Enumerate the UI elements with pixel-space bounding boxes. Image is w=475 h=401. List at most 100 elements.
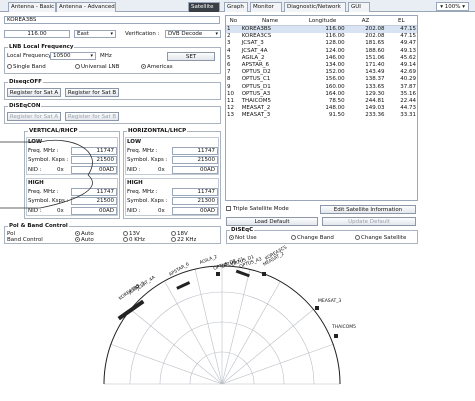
col-az[interactable]: AZ [345,17,386,26]
callout-annotation [0,139,93,209]
verification-select[interactable]: DVB Decode ▾ [165,30,221,38]
satellite-name-field[interactable]: KOREA3BS [4,16,220,24]
table-row[interactable]: 7 OPTUS_D2 152.00 143.49 42.69 [226,69,417,76]
band-auto-radio[interactable]: Auto [75,237,94,243]
satellite-marker [315,306,319,310]
row-az: 133.65 [365,83,385,90]
arc-label-jcsat4a: JCSAT_4A [135,274,157,292]
row-longitude: 134.00 [325,62,345,69]
diseqc-off-title: DiseqcOFF [8,79,43,85]
row-longitude: 116.00 [325,33,345,40]
table-row[interactable]: 8 OPTUS_C1 156.00 138.37 40.29 [226,76,417,83]
col-no[interactable]: No [226,17,241,26]
band-22khz-radio[interactable]: 22 KHz [171,237,196,243]
row-name: OPTUS_D1 [241,83,271,90]
table-row[interactable]: 4 JCSAT_4A 124.00 188.60 49.13 [226,47,417,54]
row-no: 9 [227,83,231,90]
horizontal-low-nid-field[interactable]: 00AD [172,166,218,174]
tab-monitor[interactable]: Monitor [250,2,282,12]
tab-diagnostic-network[interactable]: Diagnostic/Network [284,2,346,12]
diseqc-off-register-b-button[interactable]: Register for Sat B [65,88,119,97]
universal-lnb-radio[interactable]: Universal LNB [75,64,119,70]
arc-label-measat3: MEASAT_3 [318,298,341,304]
horizontal-lhcp-group: HORIZONTAL/LHCP LOW Freq. MHz : 11747 Sy… [123,128,221,219]
load-default-button[interactable]: Load Default [226,217,318,226]
americas-radio[interactable]: Americas [141,64,173,70]
diseqc-change-band-radio[interactable]: Change Band [291,235,334,241]
update-default-button[interactable]: Update Default [322,217,416,226]
row-name: MEASAT_2 [241,105,271,112]
satellite-marker [235,269,250,278]
diseqc-on-register-b-button[interactable]: Register for Sat B [65,112,119,121]
row-el: 45.62 [400,54,416,61]
table-row[interactable]: 10 OPTUS_A3 164.00 129.30 35.16 [226,90,417,97]
horizontal-low-symbol-field[interactable]: 21500 [172,156,218,164]
row-az: 138.37 [365,76,385,83]
edit-satellite-info-button[interactable]: Edit Satellite Information [320,205,416,214]
freq-label: Freq. MHz : [127,148,158,154]
table-row[interactable]: 3 JCSAT_3 128.00 181.65 49.47 [226,40,417,47]
table-row[interactable]: 13 MEASAT_3 91.50 233.36 33.31 [226,112,417,119]
table-row[interactable]: 5 AGILA_2 146.00 151.06 45.62 [226,54,417,61]
tab-gui[interactable]: GUI [348,2,370,12]
horizontal-high-freq-field[interactable]: 11747 [172,188,218,196]
row-no: 13 [227,112,234,119]
row-el: 44.73 [400,105,416,112]
horizontal-high-symbol-field[interactable]: 21300 [172,197,218,205]
band-0khz-radio[interactable]: 0 KHz [123,237,145,243]
triple-satellite-checkbox[interactable]: Triple Satellite Mode [226,206,289,212]
row-name: AGILA_2 [241,54,265,61]
row-az: 188.60 [365,47,385,54]
row-longitude: 128.00 [325,40,345,47]
row-no: 5 [227,54,231,61]
diseqc-on-group: DiSEqCON Register for Sat A Register for… [4,103,221,124]
col-longitude[interactable]: Longitude [299,17,346,26]
satellite-marker [216,272,220,276]
longitude-direction-select[interactable]: East ▾ [74,30,116,38]
pol-band-title: Pol & Band Control [8,223,69,229]
local-freq-label: Local Frequency : [7,53,56,59]
table-row[interactable]: 12 MEASAT_2 148.00 149.03 44.73 [226,105,417,112]
row-el: 22.44 [400,97,416,104]
horizontal-low-title: LOW [127,139,142,145]
row-no: 4 [227,47,231,54]
row-longitude: 156.00 [325,76,345,83]
zoom-icon: ▾ [440,4,443,10]
tab-antenna-basic[interactable]: Antenna - Basic Info. [8,2,56,12]
row-name: APSTAR_6 [241,62,270,69]
row-name: JCSAT_3 [241,40,264,47]
local-freq-select[interactable]: 10500 ▾ [50,52,96,60]
row-az: 143.49 [365,69,385,76]
table-row[interactable]: 9 OPTUS_D1 160.00 133.65 37.87 [226,83,417,90]
col-name[interactable]: Name [240,17,300,26]
diseqc-off-register-a-button[interactable]: Register for Sat A [7,88,61,97]
row-name: OPTUS_D2 [241,69,271,76]
satellite-table: No Name Longitude AZ EL 1 KOREA3BS 116.00 2… [226,17,417,119]
col-el[interactable]: EL [385,17,417,26]
table-row[interactable]: 1 KOREA3BS 116.00 202.08 47.15 [226,25,417,33]
zoom-select[interactable]: ▾ 100% ▾ [436,2,469,11]
row-no: 6 [227,62,231,69]
diseqc-on-register-a-button[interactable]: Register for Sat A [7,112,61,121]
table-row[interactable]: 2 KOREA3CS 116.00 202.08 47.15 [226,33,417,40]
horizontal-low-freq-field[interactable]: 11747 [172,147,218,155]
horizontal-high-nid-field[interactable]: 00AD [172,207,218,215]
set-button[interactable]: SET [167,52,215,61]
horizontal-high-group: HIGH Freq. MHz : 11747 Symbol. Ksps : 21… [125,178,219,216]
table-row[interactable]: 6 APSTAR_6 134.00 171.40 49.14 [226,61,417,68]
longitude-field[interactable]: 116.00 [4,30,70,38]
diseqc-not-use-radio[interactable]: Not Use [229,235,257,241]
row-name: OPTUS_A3 [241,90,271,97]
satellite-marker [262,272,266,276]
nid-label: NID : [127,208,141,214]
tab-antenna-advanced[interactable]: Antenna - Advanced Info. [56,2,116,12]
diseqc-change-satellite-radio[interactable]: Change Satellite [355,235,406,241]
hex-prefix: 0x [158,208,165,214]
tab-satellite[interactable]: Satellite [188,2,220,12]
diseqc-select-group: DiSEqC Not Use Change Band Change Satell… [226,227,418,244]
row-longitude: 91.50 [328,112,345,119]
arc-label-thaicom5: THAICOM5 [331,324,356,330]
single-band-radio[interactable]: Single Band [7,64,46,70]
tab-graph[interactable]: Graph [224,2,248,12]
table-row[interactable]: 11 THAICOM5 78.50 244.81 22.44 [226,97,417,104]
